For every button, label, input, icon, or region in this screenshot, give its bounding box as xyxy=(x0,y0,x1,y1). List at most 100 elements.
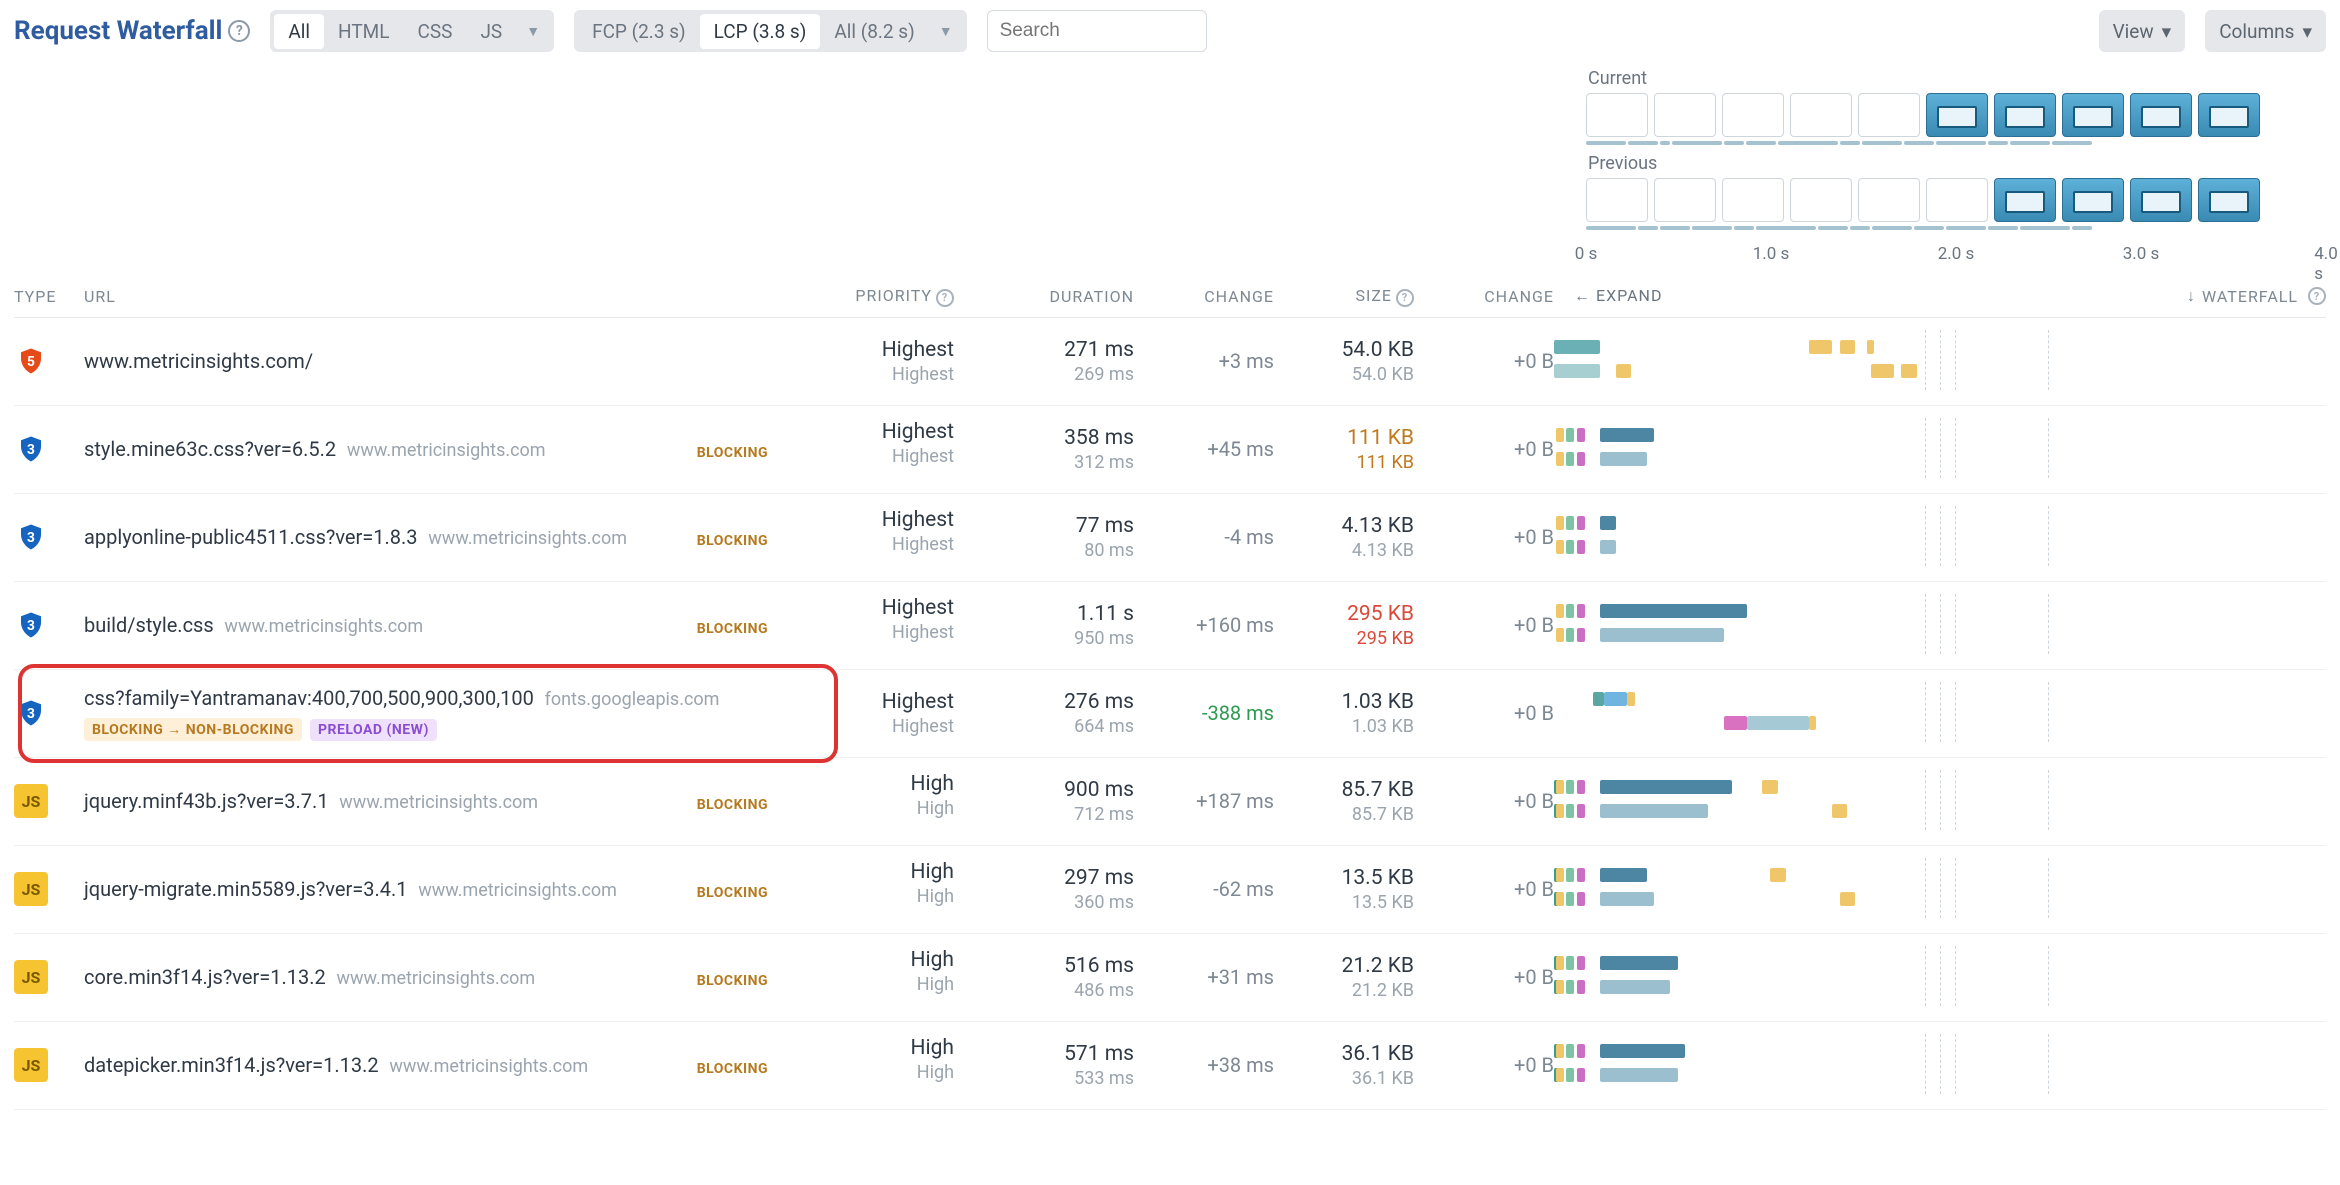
filter-item[interactable]: All (8.2 s) xyxy=(820,14,928,49)
view-button[interactable]: View ▾ xyxy=(2099,10,2186,52)
priority-cell: High High xyxy=(784,946,954,1009)
filmstrip-frame[interactable] xyxy=(1858,178,1920,222)
wf-chip xyxy=(1556,540,1564,554)
wf-bar xyxy=(1593,692,1605,706)
wf-bar xyxy=(1832,804,1847,818)
wf-chip xyxy=(1577,1068,1585,1082)
table-row[interactable]: 3 applyonline-public4511.css?ver=1.8.3 w… xyxy=(14,494,2326,582)
priority-cell: High High xyxy=(784,1034,954,1097)
filmstrip-frame[interactable] xyxy=(1722,93,1784,137)
col-size[interactable]: SIZE? xyxy=(1274,286,1414,307)
table-header: TYPE URL PRIORITY? DURATION CHANGE SIZE?… xyxy=(14,268,2326,318)
filmstrip-frame[interactable] xyxy=(1994,93,2056,137)
wf-chip xyxy=(1556,452,1564,466)
waterfall-cell xyxy=(1554,1034,2326,1097)
blocking-badge: BLOCKING xyxy=(689,530,776,552)
help-icon[interactable]: ? xyxy=(228,20,250,42)
change2-cell: +0 B xyxy=(1414,1034,1554,1097)
filmstrip-frame[interactable] xyxy=(1654,93,1716,137)
filmstrip-frame[interactable] xyxy=(1858,93,1920,137)
chevron-down-icon[interactable]: ▼ xyxy=(929,23,963,40)
table-row[interactable]: 3 build/style.css www.metricinsights.com… xyxy=(14,582,2326,670)
url-text: css?family=Yantramanav:400,700,500,900,3… xyxy=(84,686,534,710)
col-url[interactable]: URL xyxy=(84,287,784,306)
filmstrip-frame[interactable] xyxy=(1926,93,1988,137)
filter-item[interactable]: FCP (2.3 s) xyxy=(578,14,700,49)
wf-chip xyxy=(1566,604,1574,618)
table-row[interactable]: 5 www.metricinsights.com/ Highest Highes… xyxy=(14,318,2326,406)
filmstrip-frame[interactable] xyxy=(2062,178,2124,222)
table-row[interactable]: 3 css?family=Yantramanav:400,700,500,900… xyxy=(14,670,2326,758)
col-type[interactable]: TYPE xyxy=(14,287,84,306)
duration-cell: 77 ms80 ms xyxy=(954,506,1134,569)
filter-item[interactable]: LCP (3.8 s) xyxy=(700,14,821,49)
help-icon[interactable]: ? xyxy=(2308,287,2326,305)
filter-item[interactable]: CSS xyxy=(404,14,467,49)
help-icon[interactable]: ? xyxy=(1396,289,1414,307)
col-waterfall-label[interactable]: WATERFALL xyxy=(2202,287,2298,306)
expand-toggle[interactable]: ← EXPAND xyxy=(1574,286,1662,306)
filmstrip-frame[interactable] xyxy=(1586,93,1648,137)
filmstrip-frame[interactable] xyxy=(2198,178,2260,222)
wf-chip xyxy=(1566,452,1574,466)
table-row[interactable]: JS jquery.minf43b.js?ver=3.7.1 www.metri… xyxy=(14,758,2326,846)
filter-item[interactable]: All xyxy=(274,14,324,49)
filmstrip-frame[interactable] xyxy=(2198,93,2260,137)
type-cell: JS xyxy=(14,770,84,833)
table-row[interactable]: JS datepicker.min3f14.js?ver=1.13.2 www.… xyxy=(14,1022,2326,1110)
wf-chip xyxy=(1556,804,1564,818)
wf-chip xyxy=(1556,892,1564,906)
wf-chip xyxy=(1556,604,1564,618)
type-cell: 5 xyxy=(14,330,84,393)
columns-button[interactable]: Columns ▾ xyxy=(2205,10,2326,52)
waterfall-cell xyxy=(1554,418,2326,481)
wf-chip xyxy=(1566,516,1574,530)
col-change[interactable]: CHANGE xyxy=(1134,287,1274,306)
filmstrip-frame[interactable] xyxy=(1654,178,1716,222)
priority-value: Highest xyxy=(784,596,954,620)
filter-item[interactable]: JS xyxy=(466,14,516,49)
col-priority[interactable]: PRIORITY? xyxy=(784,286,954,307)
change-cell: +160 ms xyxy=(1134,594,1274,657)
filter-item[interactable]: HTML xyxy=(324,14,403,49)
change-cell: +31 ms xyxy=(1134,946,1274,1009)
priority-value: Highest xyxy=(784,690,954,714)
type-filter: AllHTMLCSSJS▼ xyxy=(270,10,554,52)
table-row[interactable]: JS jquery-migrate.min5589.js?ver=3.4.1 w… xyxy=(14,846,2326,934)
wf-bar xyxy=(1554,340,1600,354)
blocking-badge: BLOCKING xyxy=(689,882,776,904)
filmstrip-frame[interactable] xyxy=(2130,178,2192,222)
filmstrip-frame[interactable] xyxy=(1994,178,2056,222)
filmstrip-progress xyxy=(1586,226,2326,232)
sort-icon: ↓ xyxy=(2187,286,2196,306)
filmstrip-frame[interactable] xyxy=(1722,178,1784,222)
filmstrip-frame[interactable] xyxy=(1790,93,1852,137)
url-cell: css?family=Yantramanav:400,700,500,900,3… xyxy=(84,682,784,745)
col-duration[interactable]: DURATION xyxy=(954,287,1134,306)
wf-bar xyxy=(1600,628,1724,642)
filmstrip-frame[interactable] xyxy=(1586,178,1648,222)
wf-bar xyxy=(1627,692,1635,706)
js-icon: JS xyxy=(14,960,48,994)
filmstrip-frame[interactable] xyxy=(1926,178,1988,222)
type-cell: 3 xyxy=(14,506,84,569)
wf-bar xyxy=(1600,540,1615,554)
table-row[interactable]: JS core.min3f14.js?ver=1.13.2 www.metric… xyxy=(14,934,2326,1022)
filmstrip-frame[interactable] xyxy=(2130,93,2192,137)
table-row[interactable]: 3 style.mine63c.css?ver=6.5.2 www.metric… xyxy=(14,406,2326,494)
wf-chip xyxy=(1577,604,1585,618)
duration-cell: 900 ms712 ms xyxy=(954,770,1134,833)
url-cell: build/style.css www.metricinsights.com B… xyxy=(84,594,784,657)
filmstrip-frame[interactable] xyxy=(1790,178,1852,222)
col-waterfall: ← EXPAND ↓ WATERFALL? xyxy=(1554,286,2326,306)
waterfall-cell xyxy=(1554,506,2326,569)
help-icon[interactable]: ? xyxy=(936,289,954,307)
filmstrip-frame[interactable] xyxy=(2062,93,2124,137)
priority-prev: Highest xyxy=(784,716,954,737)
chevron-down-icon[interactable]: ▼ xyxy=(516,23,550,40)
wf-chip xyxy=(1556,1044,1564,1058)
search-input[interactable] xyxy=(987,10,1207,52)
col-change2[interactable]: CHANGE xyxy=(1414,287,1554,306)
priority-value: High xyxy=(784,1036,954,1060)
blocking-badge-inline xyxy=(930,614,946,620)
